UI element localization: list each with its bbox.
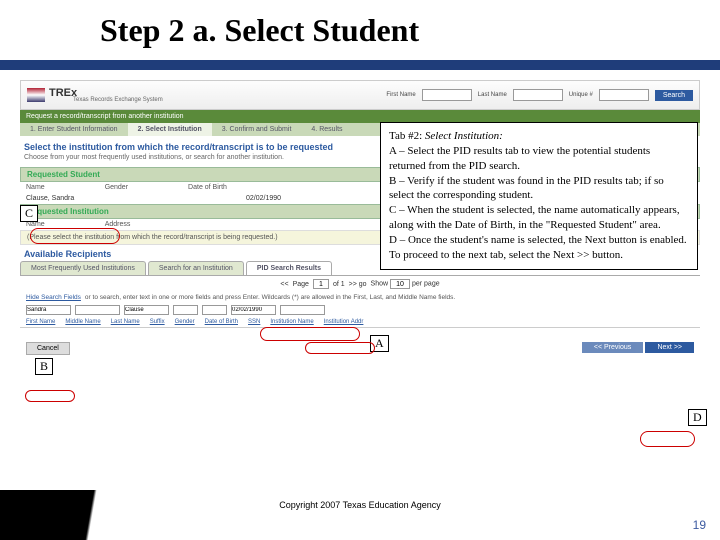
page-number: 19 [693,518,706,532]
callout-tab-name: Select Institution: [425,130,503,142]
pager-go[interactable]: >> go [349,281,367,288]
search-last[interactable] [124,305,169,315]
gh-last[interactable]: Last Name [111,319,140,325]
callout-b: B – Verify if the student was found in t… [389,174,689,204]
circle-c [30,228,120,244]
pager-page-label: Page [293,281,309,288]
gh-instaddr[interactable]: Institution Addr [324,319,364,325]
gh-middle[interactable]: Middle Name [65,319,100,325]
last-name-input[interactable] [513,89,563,101]
gh-ssn[interactable]: SSN [248,319,260,325]
step-2[interactable]: 2. Select Institution [128,123,212,136]
copyright: Copyright 2007 Texas Education Agency [0,500,720,510]
cancel-button[interactable]: Cancel [26,342,70,355]
search-middle[interactable] [75,305,120,315]
search-dob[interactable] [231,305,276,315]
tab-search-institution[interactable]: Search for an Institution [148,261,244,275]
label-d: D [688,409,707,426]
show-input[interactable] [390,279,410,289]
title-bar [0,60,720,70]
slide-title: Step 2 a. Select Student [100,12,419,49]
search-suffix[interactable] [173,305,198,315]
tab-pid-results[interactable]: PID Search Results [246,261,332,275]
gh-first[interactable]: First Name [26,319,55,325]
app-logo-sub: Texas Records Exchange System [73,97,163,103]
pager-prev[interactable]: << [280,281,288,288]
last-name-label: Last Name [478,92,507,98]
col-gender: Gender [105,184,128,191]
unique-input[interactable] [599,89,649,101]
hide-search-link[interactable]: Hide Search Fields [26,294,81,301]
gh-dob[interactable]: Date of Birth [205,319,238,325]
next-button[interactable]: Next >> [645,342,694,353]
student-name: Clause, Sandra [26,195,126,202]
callout-box: Tab #2: Select Institution: A – Select t… [380,122,698,270]
pager-page-input[interactable] [313,279,329,289]
inst-col-name: Name [26,221,45,228]
callout-tab-label: Tab #2: [389,130,425,142]
student-gender [156,195,216,202]
callout-d: D – Once the student's name is selected,… [389,233,689,263]
student-dob: 02/02/1990 [246,195,281,202]
show-label: Show [371,281,389,288]
step-1[interactable]: 1. Enter Student Information [20,123,128,136]
circle-pager [305,342,375,354]
first-name-input[interactable] [422,89,472,101]
search-ssn[interactable] [280,305,325,315]
callout-c: C – When the student is selected, the na… [389,203,689,233]
label-b: B [35,358,53,375]
callout-a: A – Select the PID results tab to view t… [389,144,689,174]
step-4[interactable]: 4. Results [301,123,352,136]
unique-label: Unique # [569,92,593,98]
gh-gender[interactable]: Gender [175,319,195,325]
tab-most-frequent[interactable]: Most Frequently Used Institutions [20,261,146,275]
per-page: per page [412,281,440,288]
label-c: C [20,205,38,222]
search-first[interactable] [26,305,71,315]
flag-icon [27,88,45,102]
circle-a [260,327,360,341]
circle-b [25,390,75,402]
inst-col-addr: Address [105,221,131,228]
gh-suffix[interactable]: Suffix [150,319,165,325]
search-hint: or to search, enter text in one or more … [85,294,455,301]
col-name: Name [26,184,45,191]
gh-instname[interactable]: Institution Name [270,319,313,325]
pager-of: of 1 [333,281,345,288]
search-gender[interactable] [202,305,227,315]
app-header: TREx Texas Records Exchange System First… [20,80,700,110]
col-dob: Date of Birth [188,184,227,191]
previous-button[interactable]: << Previous [582,342,643,353]
decorative-wedge [0,490,260,540]
circle-d [640,431,695,447]
search-button[interactable]: Search [655,90,693,101]
first-name-label: First Name [386,92,415,98]
step-3[interactable]: 3. Confirm and Submit [212,123,302,136]
